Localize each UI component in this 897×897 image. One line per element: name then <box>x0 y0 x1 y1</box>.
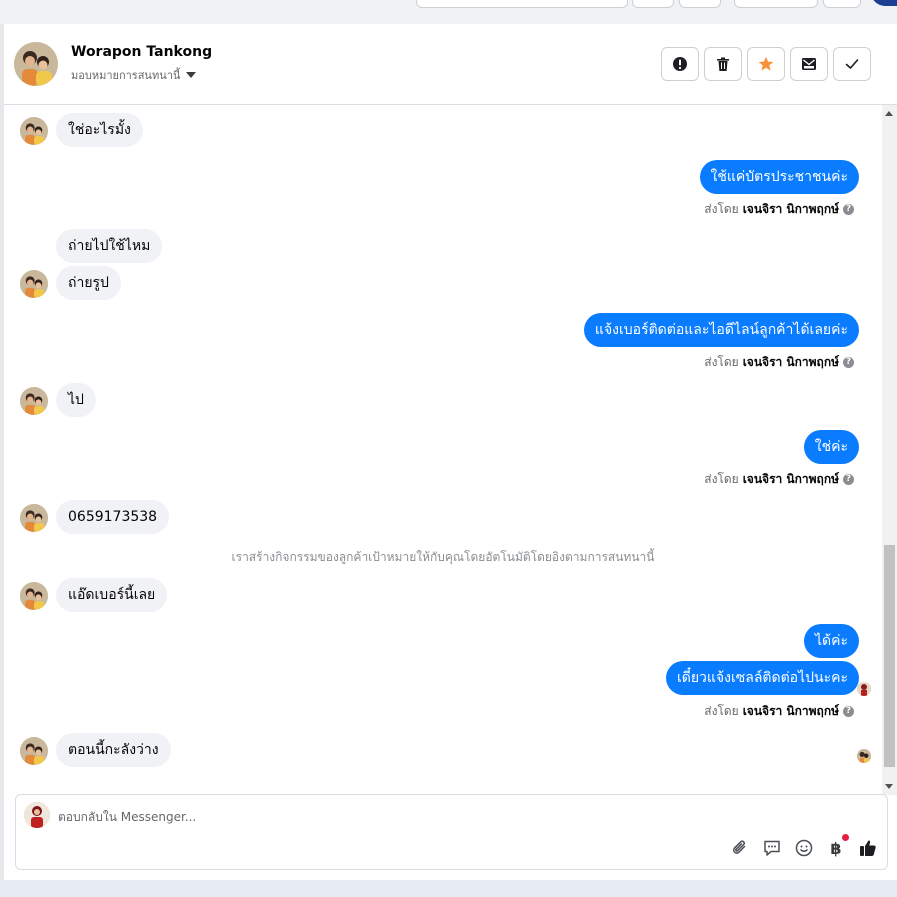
scroll-down-arrow-icon[interactable] <box>885 784 893 789</box>
outgoing-message[interactable]: ใช้แค่บัตรประชาชนค่ะ <box>699 160 859 194</box>
incoming-message[interactable]: ถ่ายไปใช้ไหม <box>56 229 163 263</box>
outgoing-message[interactable]: ได้ค่ะ <box>803 624 859 658</box>
header-actions <box>661 47 871 81</box>
attach-button[interactable] <box>729 837 751 859</box>
agent-avatar <box>24 802 50 828</box>
sender-avatar <box>20 270 48 298</box>
paperclip-icon <box>732 840 746 854</box>
bottom-edge <box>0 880 897 897</box>
agent-name[interactable]: เจนจิรา นิกาพฤกษ์ <box>743 200 839 219</box>
help-icon[interactable]: ? <box>843 706 854 717</box>
sender-avatar <box>20 737 48 765</box>
star-icon <box>758 56 774 71</box>
chat-bubble-icon <box>764 840 780 856</box>
star-button[interactable] <box>747 47 785 81</box>
system-message: เราสร้างกิจกรรมของลูกค้าเป้าหมายให้กับคุ… <box>231 550 655 564</box>
thumbs-up-icon <box>860 840 876 856</box>
outgoing-message[interactable]: แจ้งเบอร์ติดต่อและไอดีไลน์ลูกค้าได้เลยค่… <box>583 313 859 347</box>
sent-by-label: ส่งโดย เจนจิรา นิกาพฤกษ์ ? <box>704 702 854 721</box>
spam-button[interactable] <box>661 47 699 81</box>
scroll-up-arrow-icon[interactable] <box>885 111 893 116</box>
sent-by-prefix: ส่งโดย <box>704 355 739 369</box>
smiley-icon <box>795 839 813 857</box>
emoji-button[interactable] <box>793 837 815 859</box>
sender-avatar <box>20 504 48 532</box>
contact-avatar[interactable] <box>14 42 58 86</box>
sender-avatar <box>20 117 48 145</box>
message-list: ใช่อะไรมั้ง ใช้แค่บัตรประชาชนค่ะ ส่งโดย … <box>4 105 882 795</box>
baht-icon: ฿ <box>830 838 842 858</box>
top-toolbar-button[interactable] <box>632 0 674 8</box>
outgoing-message[interactable]: ใช่ค่ะ <box>803 430 859 464</box>
incoming-message[interactable]: ถ่ายรูป <box>56 266 121 300</box>
exclamation-circle-icon <box>673 57 687 71</box>
sender-avatar <box>20 582 48 610</box>
top-toolbar-button[interactable] <box>734 0 818 8</box>
contact-name[interactable]: Worapon Tankong <box>71 44 212 60</box>
conversation-panel: Worapon Tankong มอบหมายการสนทนานี้ ใช่อะ… <box>4 24 897 880</box>
top-toolbar-button[interactable] <box>679 0 721 8</box>
payment-button[interactable]: ฿ <box>825 834 849 859</box>
sent-by-label: ส่งโดย เจนจิรา นิกาพฤกษ์ ? <box>704 353 854 372</box>
envelope-icon <box>802 58 816 70</box>
sent-by-prefix: ส่งโดย <box>704 472 739 486</box>
mark-unread-button[interactable] <box>790 47 828 81</box>
conversation-header: Worapon Tankong มอบหมายการสนทนานี้ <box>4 24 897 105</box>
sent-by-label: ส่งโดย เจนจิรา นิกาพฤกษ์ ? <box>704 200 854 219</box>
seen-avatar <box>857 749 871 763</box>
incoming-message[interactable]: 0659173538 <box>56 500 170 534</box>
incoming-message[interactable]: แอ๊ดเบอร์นี้เลย <box>56 578 168 612</box>
reply-input[interactable] <box>58 807 658 827</box>
scrollbar-thumb[interactable] <box>884 545 895 767</box>
top-toolbar-button[interactable] <box>823 0 861 8</box>
help-icon[interactable]: ? <box>843 204 854 215</box>
agent-name[interactable]: เจนจิรา นิกาพฤกษ์ <box>743 470 839 489</box>
notification-dot <box>842 834 849 841</box>
agent-name[interactable]: เจนจิรา นิกาพฤกษ์ <box>743 353 839 372</box>
assign-label: มอบหมายการสนทนานี้ <box>71 69 181 82</box>
incoming-message[interactable]: ใช่อะไรมั้ง <box>56 113 143 147</box>
checkmark-icon <box>845 59 859 69</box>
caret-down-icon <box>186 72 197 78</box>
read-receipt-avatar <box>857 682 871 696</box>
sender-avatar <box>20 387 48 415</box>
saved-replies-button[interactable] <box>761 837 783 859</box>
agent-name[interactable]: เจนจิรา นิกาพฤกษ์ <box>743 702 839 721</box>
incoming-message[interactable]: ตอนนี้กะลังว่าง <box>56 733 171 767</box>
composer-tools: ฿ <box>729 834 879 859</box>
top-toolbar-field[interactable] <box>416 0 628 8</box>
mark-done-button[interactable] <box>833 47 871 81</box>
trash-icon <box>717 57 729 71</box>
sent-by-prefix: ส่งโดย <box>704 202 739 216</box>
outgoing-message[interactable]: เดี๋ยวแจ้งเซลล์ติดต่อไปนะคะ <box>665 661 859 695</box>
incoming-message[interactable]: ไป <box>56 383 96 417</box>
browser-top-strip <box>0 0 897 24</box>
assign-conversation-dropdown[interactable]: มอบหมายการสนทนานี้ <box>71 66 197 84</box>
delete-button[interactable] <box>704 47 742 81</box>
help-icon[interactable]: ? <box>843 357 854 368</box>
help-icon[interactable]: ? <box>843 474 854 485</box>
sent-by-prefix: ส่งโดย <box>704 704 739 718</box>
like-button[interactable] <box>857 837 879 859</box>
message-scrollbar[interactable] <box>882 105 897 795</box>
profile-icon[interactable] <box>871 0 897 6</box>
sent-by-label: ส่งโดย เจนจิรา นิกาพฤกษ์ ? <box>704 470 854 489</box>
reply-composer: ฿ <box>15 794 888 870</box>
